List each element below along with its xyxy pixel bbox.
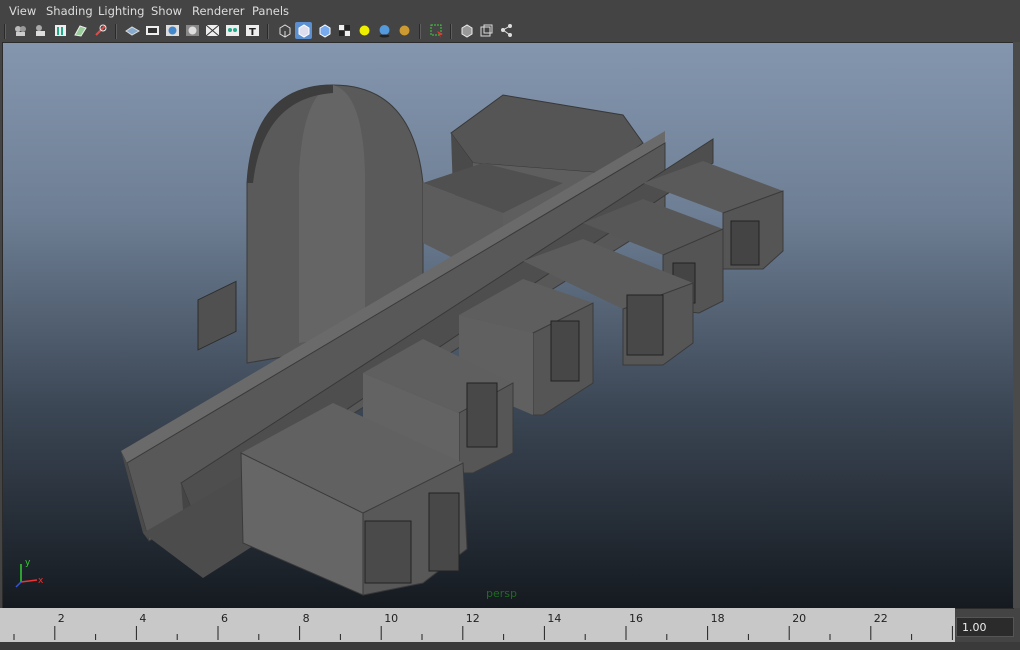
xray-components-icon[interactable] — [498, 22, 515, 39]
menu-lighting[interactable]: Lighting — [98, 4, 144, 18]
menu-renderer[interactable]: Renderer — [192, 4, 245, 18]
textured-icon[interactable] — [336, 22, 353, 39]
use-all-lights-icon[interactable] — [356, 22, 373, 39]
range-slider-strip — [0, 642, 1020, 650]
panel-menu-bar: View Shading Lighting Show Renderer Pane… — [0, 0, 1020, 21]
toolbar-separator — [115, 24, 117, 39]
time-tick-label: 18 — [711, 612, 725, 625]
menu-show[interactable]: Show — [151, 4, 182, 18]
safe-action-icon[interactable] — [224, 22, 241, 39]
toolbar-separator — [4, 24, 6, 39]
camera-attributes-icon[interactable] — [32, 22, 49, 39]
image-plane-icon[interactable] — [72, 22, 89, 39]
panel-toolbar: T — [0, 21, 1020, 42]
wireframe-icon[interactable] — [276, 22, 293, 39]
axis-y-label: y — [25, 558, 31, 568]
panel-border — [1013, 42, 1020, 608]
time-tick-label: 12 — [466, 612, 480, 625]
time-ruler[interactable]: 24681012141618202224 — [0, 608, 969, 642]
shadows-icon[interactable] — [376, 22, 393, 39]
resolution-gate-icon[interactable] — [164, 22, 181, 39]
time-tick-label: 22 — [874, 612, 888, 625]
toolbar-separator — [419, 24, 421, 39]
bookmarks-icon[interactable] — [52, 22, 69, 39]
menu-view[interactable]: View — [9, 4, 36, 18]
time-tick-label: 14 — [547, 612, 561, 625]
time-tick-label: 4 — [139, 612, 146, 625]
perspective-viewport[interactable]: persp y x — [2, 42, 1014, 609]
time-tick-label: 16 — [629, 612, 643, 625]
film-gate-icon[interactable] — [144, 22, 161, 39]
time-tick-label: 8 — [303, 612, 310, 625]
time-tick-label: 2 — [58, 612, 65, 625]
axis-x-label: x — [38, 576, 44, 586]
menu-shading[interactable]: Shading — [46, 4, 93, 18]
toolbar-separator — [450, 24, 452, 39]
toolbar-separator — [267, 24, 269, 39]
time-slider[interactable]: 24681012141618202224 — [0, 608, 969, 642]
isolate-select-icon[interactable] — [428, 22, 445, 39]
current-time-input[interactable] — [962, 621, 1008, 634]
view-axis-gizmo: y x — [15, 558, 44, 588]
scene-geometry[interactable] — [3, 43, 1013, 608]
camera-select-icon[interactable] — [12, 22, 29, 39]
time-tick-label: 10 — [384, 612, 398, 625]
2d-pan-zoom-icon[interactable] — [92, 22, 109, 39]
time-tick-label: 6 — [221, 612, 228, 625]
camera-label: persp — [486, 587, 517, 600]
time-tick-label: 20 — [792, 612, 806, 625]
wall-windows — [197, 280, 237, 351]
grid-icon[interactable] — [124, 22, 141, 39]
xray-icon[interactable] — [458, 22, 475, 39]
safe-title-icon[interactable]: T — [244, 22, 261, 39]
screen-space-ao-icon[interactable] — [396, 22, 413, 39]
smooth-shade-icon[interactable] — [295, 22, 312, 39]
svg-text:T: T — [249, 27, 256, 38]
field-chart-icon[interactable] — [204, 22, 221, 39]
xray-joints-icon[interactable] — [478, 22, 495, 39]
menu-panels[interactable]: Panels — [252, 4, 289, 18]
current-time-field[interactable] — [956, 617, 1014, 637]
wireframe-on-shaded-icon[interactable] — [316, 22, 333, 39]
gate-mask-icon[interactable] — [184, 22, 201, 39]
